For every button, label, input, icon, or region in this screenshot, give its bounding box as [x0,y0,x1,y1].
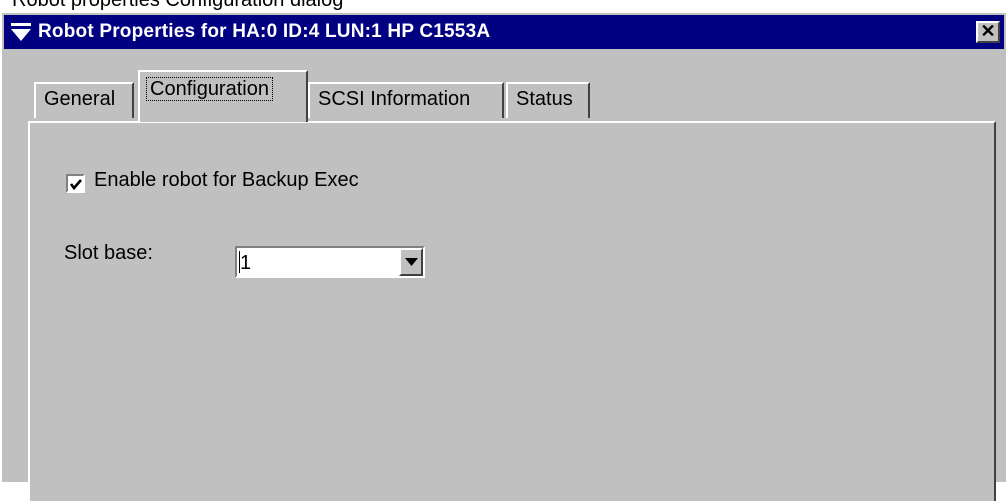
tab-general-label: General [44,88,116,110]
chevron-down-icon [405,258,418,266]
slot-base-label: Slot base: [64,242,153,264]
close-button[interactable]: ✕ [976,21,1000,43]
robot-properties-dialog: Robot Properties for HA:0 ID:4 LUN:1 HP … [0,13,1006,501]
close-icon: ✕ [980,21,996,41]
enable-robot-checkbox[interactable] [66,174,85,193]
tab-status-label: Status [516,88,573,110]
background-window-strip: Robot properties Configuration dialog [0,0,1006,14]
checkmark-icon [69,179,82,191]
slot-base-dropdown[interactable]: 1 [235,246,425,278]
slot-base-value: 1 [240,252,252,274]
tab-configuration[interactable]: Configuration [138,70,308,122]
window-title: Robot Properties for HA:0 ID:4 LUN:1 HP … [38,21,491,42]
dropdown-button[interactable] [399,248,423,276]
tab-configuration-label: Configuration [146,77,273,101]
enable-robot-label[interactable]: Enable robot for Backup Exec [94,169,359,192]
tab-scsi-information-label: SCSI Information [318,88,471,110]
tab-status[interactable]: Status [506,82,590,118]
tab-scsi-information[interactable]: SCSI Information [308,82,504,118]
clipped-background-text: Robot properties Configuration dialog [12,0,344,11]
configuration-panel: Enable robot for Backup Exec Slot base: … [28,121,996,501]
title-bar[interactable]: Robot Properties for HA:0 ID:4 LUN:1 HP … [4,15,1004,49]
window-menu-icon[interactable] [10,22,32,42]
tab-general[interactable]: General [34,82,134,118]
